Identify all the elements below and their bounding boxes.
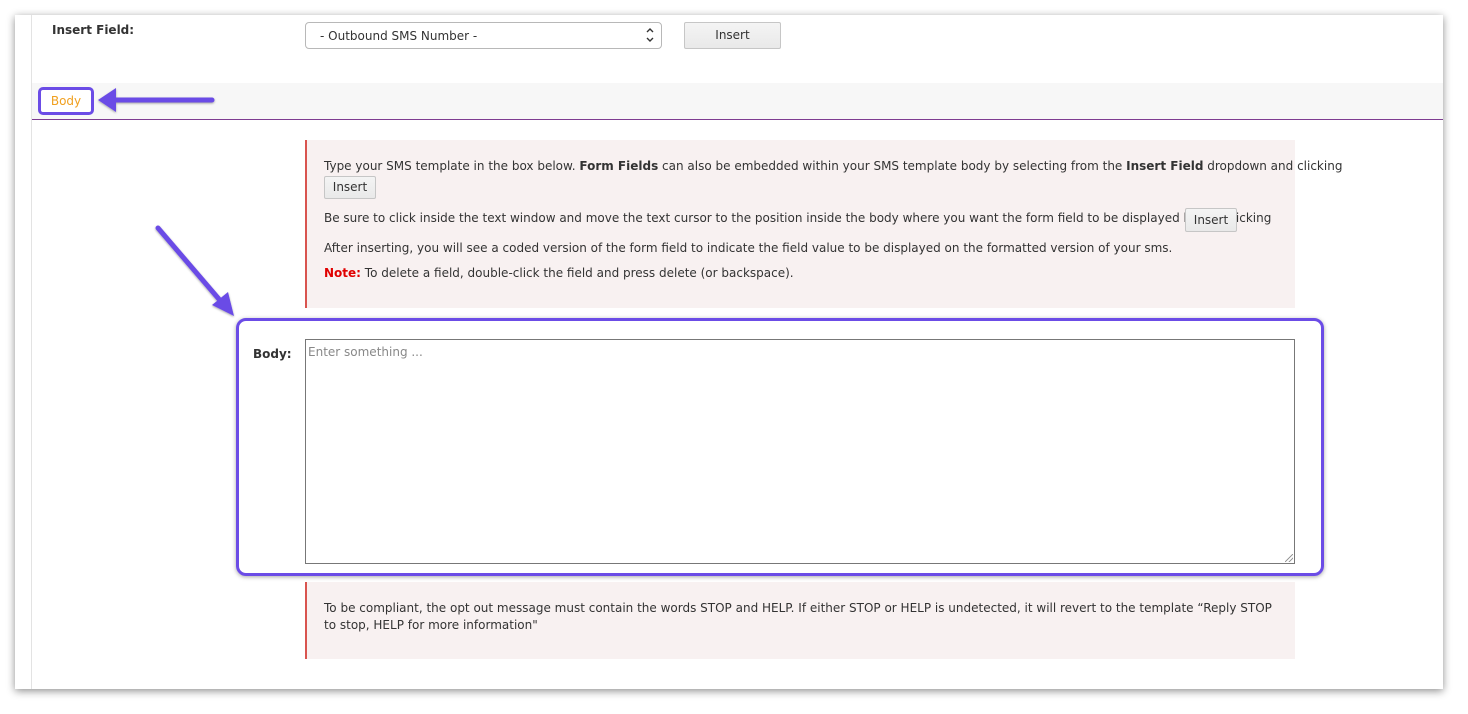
- note-text: To delete a field, double-click the fiel…: [360, 266, 794, 280]
- body-textarea-placeholder: Enter something ...: [308, 345, 423, 359]
- compliance-panel: To be compliant, the opt out message mus…: [305, 582, 1295, 659]
- tab-bar: [32, 83, 1443, 120]
- form-window: Insert Field: - Outbound SMS Number - In…: [15, 15, 1443, 689]
- instructions-text: Type your SMS template in the box below.: [324, 159, 580, 173]
- insert-field-select[interactable]: - Outbound SMS Number -: [305, 22, 662, 49]
- insert-field-select-value: - Outbound SMS Number -: [320, 29, 478, 43]
- body-textarea[interactable]: Enter something ...: [305, 339, 1295, 564]
- insert-button[interactable]: Insert: [684, 22, 781, 49]
- resize-handle-icon[interactable]: [1285, 554, 1293, 562]
- inline-insert-button[interactable]: Insert: [324, 176, 376, 199]
- instructions-panel: Type your SMS template in the box below.…: [305, 140, 1342, 308]
- insert-field-label: Insert Field:: [52, 23, 135, 37]
- body-label: Body:: [253, 347, 292, 361]
- instructions-text: dropdown and clicking: [1203, 159, 1343, 173]
- tab-body[interactable]: Body: [38, 87, 94, 115]
- insert-field-term: Insert Field: [1126, 159, 1204, 173]
- compliance-text: To be compliant, the opt out message mus…: [324, 601, 1272, 632]
- instructions-line-2: Be sure to click inside the text window …: [324, 211, 1272, 225]
- instructions-line-3: After inserting, you will see a coded ve…: [324, 241, 1173, 255]
- form-fields-term: Form Fields: [579, 159, 659, 173]
- instructions-note: Note: To delete a field, double-click th…: [324, 266, 794, 280]
- inline-insert-button[interactable]: Insert: [1185, 208, 1237, 232]
- chevron-down-icon: [645, 28, 655, 45]
- instructions-line-1: Type your SMS template in the box below.…: [324, 159, 1342, 173]
- note-label: Note:: [324, 266, 361, 280]
- instructions-text: can also be embedded within your SMS tem…: [658, 159, 1127, 173]
